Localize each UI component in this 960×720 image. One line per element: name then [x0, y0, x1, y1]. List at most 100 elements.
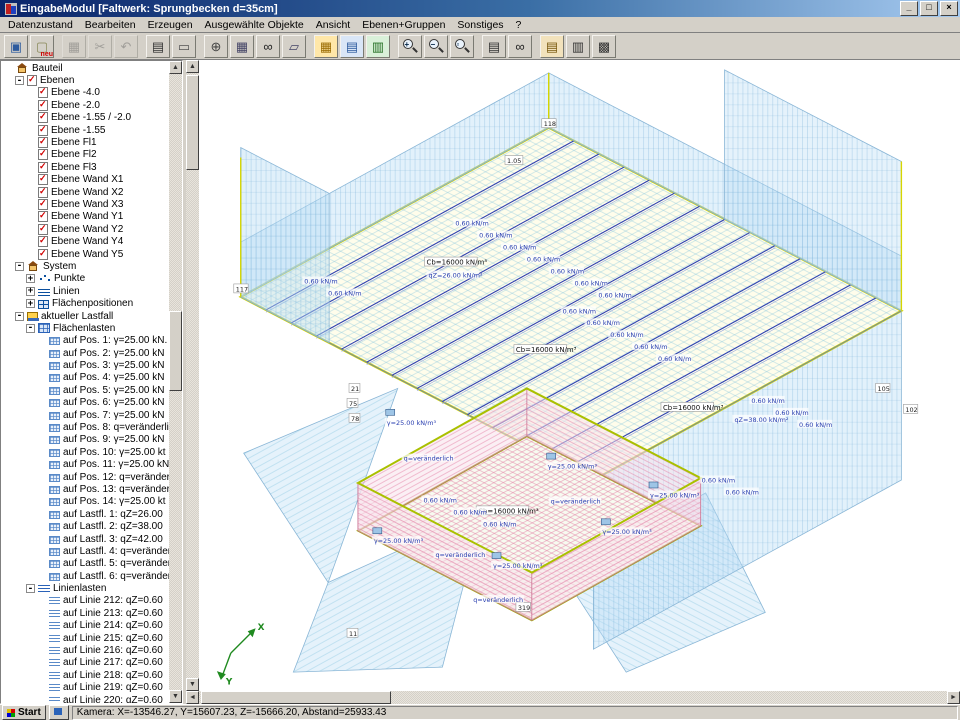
tree-item[interactable]: +Punkte — [1, 273, 169, 285]
menu-bearbeiten[interactable]: Bearbeiten — [79, 18, 142, 32]
collapse-icon[interactable]: - — [26, 324, 35, 333]
tree-item[interactable]: auf Pos. 6: γ=25.00 kN — [1, 397, 169, 409]
tree-item[interactable]: -Ebenen — [1, 74, 169, 86]
tree-item[interactable]: auf Linie 219: qZ=0.60 — [1, 682, 169, 694]
menu--[interactable]: ? — [510, 18, 528, 32]
calculator-icon[interactable]: ▦ — [230, 35, 254, 58]
zoom-in-icon[interactable]: + — [398, 35, 422, 58]
tree-item[interactable]: auf Lastfl. 2: qZ=38.00 — [1, 520, 169, 532]
building-icon[interactable]: ▦ — [314, 35, 338, 58]
tree-item[interactable]: auf Lastfl. 1: qZ=26.00 — [1, 508, 169, 520]
expand-icon[interactable]: + — [26, 287, 35, 296]
collapse-icon[interactable]: - — [15, 312, 24, 321]
tree-item[interactable]: auf Pos. 5: γ=25.00 kN — [1, 384, 169, 396]
expand-icon[interactable]: + — [26, 299, 35, 308]
tree-item[interactable]: Ebene Fl2 — [1, 149, 169, 161]
tree-item[interactable]: auf Linie 218: qZ=0.60 — [1, 669, 169, 681]
zoom-out-icon[interactable]: − — [424, 35, 448, 58]
tree-item[interactable]: Ebene Wand X1 — [1, 174, 169, 186]
taskbar-app-icon[interactable] — [49, 705, 69, 720]
tree-item[interactable]: auf Linie 213: qZ=0.60 — [1, 607, 169, 619]
new-icon[interactable]: ▢neu — [30, 35, 54, 58]
car-icon[interactable]: ▱ — [282, 35, 306, 58]
copy-drawing-icon[interactable]: ▣ — [4, 35, 28, 58]
tree-item[interactable]: -Flächenlasten — [1, 322, 169, 334]
report-icon[interactable]: ▥ — [366, 35, 390, 58]
tree-item[interactable]: Ebene Fl3 — [1, 161, 169, 173]
viewport-hscroll-track[interactable] — [199, 691, 947, 704]
tree-scrollbar[interactable]: ▲ ▼ — [169, 61, 182, 703]
glasses-icon[interactable]: ∞ — [256, 35, 280, 58]
tree-item[interactable]: auf Pos. 8: q=veränderli — [1, 421, 169, 433]
tree-item[interactable]: -aktueller Lastfall — [1, 310, 169, 322]
tree-item[interactable]: +Flächenpositionen — [1, 297, 169, 309]
tree-item[interactable]: Ebene Wand Y2 — [1, 223, 169, 235]
viewport-hscrollbar[interactable]: ◄ ► — [186, 691, 960, 704]
tree-item[interactable]: -System — [1, 260, 169, 272]
viewport-vscrollbar[interactable]: ▲ ▼ — [186, 60, 199, 691]
collapse-icon[interactable]: - — [15, 262, 24, 271]
scroll-right-icon[interactable]: ► — [947, 691, 960, 704]
tree-item[interactable]: auf Linie 215: qZ=0.60 — [1, 632, 169, 644]
viewport-vscroll-thumb[interactable] — [186, 75, 199, 170]
tree-item[interactable]: auf Pos. 14: γ=25.00 kt — [1, 496, 169, 508]
tree-item[interactable]: auf Linie 217: qZ=0.60 — [1, 657, 169, 669]
tree-item[interactable]: auf Pos. 7: γ=25.00 kN — [1, 409, 169, 421]
scroll-down-icon[interactable]: ▼ — [169, 690, 182, 703]
tree-item[interactable]: Ebene Wand X2 — [1, 186, 169, 198]
tree-item[interactable]: auf Linie 212: qZ=0.60 — [1, 595, 169, 607]
menu-sonstiges[interactable]: Sonstiges — [451, 18, 509, 32]
viewport-canvas[interactable]: 1181.0511710510221757831911Cb=16000 kN/m… — [199, 60, 960, 691]
tree-item[interactable]: auf Pos. 2: γ=25.00 kN — [1, 347, 169, 359]
start-button[interactable]: Start — [2, 705, 46, 720]
scroll-up-icon[interactable]: ▲ — [169, 61, 182, 74]
stats-icon[interactable]: ▥ — [566, 35, 590, 58]
print-preview-icon[interactable]: ▤ — [482, 35, 506, 58]
scroll-left-icon[interactable]: ◄ — [186, 691, 199, 704]
tree-item[interactable]: Bauteil — [1, 62, 169, 74]
minimize-button[interactable]: _ — [900, 1, 918, 16]
tree-item[interactable]: auf Lastfl. 4: q=veränder — [1, 545, 169, 557]
menu-datenzustand[interactable]: Datenzustand — [2, 18, 79, 32]
viewport-hscroll-thumb[interactable] — [201, 691, 391, 704]
visibility-icon[interactable]: ∞ — [508, 35, 532, 58]
tree-item[interactable]: auf Linie 214: qZ=0.60 — [1, 620, 169, 632]
menu-erzeugen[interactable]: Erzeugen — [142, 18, 199, 32]
tree-item[interactable]: auf Lastfl. 6: q=veränder — [1, 570, 169, 582]
ruler-icon[interactable]: ▭ — [172, 35, 196, 58]
plan-icon[interactable]: ▤ — [340, 35, 364, 58]
collapse-icon[interactable]: - — [15, 76, 24, 85]
tree-item[interactable]: +Linien — [1, 285, 169, 297]
compass-icon[interactable]: ⊕ — [204, 35, 228, 58]
undo-icon[interactable]: ↶ — [114, 35, 138, 58]
scroll-up-icon[interactable]: ▲ — [186, 60, 199, 73]
tree-item[interactable]: Ebene -1.55 — [1, 124, 169, 136]
close-button[interactable]: × — [940, 1, 958, 16]
menu-ebenen-gruppen[interactable]: Ebenen+Gruppen — [356, 18, 451, 32]
tree-item[interactable]: auf Pos. 9: γ=25.00 kN — [1, 434, 169, 446]
save-icon[interactable]: ▦ — [62, 35, 86, 58]
tree-item[interactable]: Ebene Wand Y5 — [1, 248, 169, 260]
tree-item[interactable]: -Linienlasten — [1, 582, 169, 594]
tree-item[interactable]: auf Lastfl. 5: q=veränder — [1, 558, 169, 570]
tree-scroll-thumb[interactable] — [169, 311, 182, 391]
tree-item[interactable]: Ebene -1.55 / -2.0 — [1, 112, 169, 124]
tree-item[interactable]: auf Pos. 4: γ=25.00 kN — [1, 372, 169, 384]
tree-item[interactable]: auf Pos. 13: q=veränder — [1, 483, 169, 495]
scroll-down-icon[interactable]: ▼ — [186, 678, 199, 691]
tree-item[interactable]: auf Pos. 1: γ=25.00 kN. — [1, 335, 169, 347]
pattern-icon[interactable]: ▩ — [592, 35, 616, 58]
app-icon[interactable] — [5, 3, 17, 15]
collapse-icon[interactable]: - — [26, 584, 35, 593]
menu-ausgew-hlte-objekte[interactable]: Ausgewählte Objekte — [199, 18, 310, 32]
tree-item[interactable]: Ebene Wand Y1 — [1, 211, 169, 223]
tree-item[interactable]: auf Lastfl. 3: qZ=42.00 — [1, 533, 169, 545]
tree-item[interactable]: Ebene -4.0 — [1, 87, 169, 99]
tree-item[interactable]: auf Linie 220: qZ=0.60 — [1, 694, 169, 703]
tree-item[interactable]: auf Pos. 10: γ=25.00 kt — [1, 446, 169, 458]
cut-icon[interactable]: ✂ — [88, 35, 112, 58]
menu-ansicht[interactable]: Ansicht — [310, 18, 356, 32]
print-icon[interactable]: ▤ — [146, 35, 170, 58]
tree-item[interactable]: auf Pos. 11: γ=25.00 kN — [1, 459, 169, 471]
tree-item[interactable]: auf Pos. 3: γ=25.00 kN — [1, 359, 169, 371]
